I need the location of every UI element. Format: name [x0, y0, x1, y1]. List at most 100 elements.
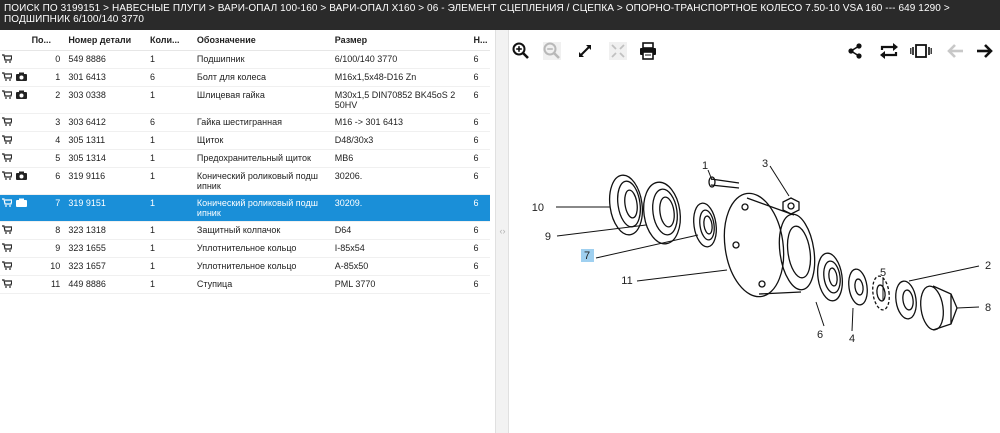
table-row[interactable]: 6 319 9116 1 Конический роликовый подш ипни… — [0, 167, 490, 195]
callout-3[interactable]: 3 — [762, 158, 768, 170]
cart-icon[interactable] — [0, 113, 15, 132]
bolt-1-shape[interactable] — [708, 176, 740, 189]
splitter-handle-icon[interactable]: ‹› — [498, 224, 507, 238]
breadcrumb[interactable]: ПОИСК ПО 3199151 > НАВЕСНЫЕ ПЛУГИ > ВАРИ… — [4, 3, 950, 25]
bearing-7-shape[interactable] — [691, 202, 719, 249]
print-icon[interactable] — [637, 40, 659, 62]
cell-desc: Предохранительный щиток — [194, 149, 333, 168]
cell-partno: 303 6412 — [66, 113, 148, 132]
callout-2[interactable]: 2 — [985, 260, 991, 272]
pane-splitter[interactable]: ‹› — [495, 30, 509, 433]
cart-icon[interactable] — [0, 221, 15, 240]
callout-5[interactable]: 5 — [880, 267, 886, 279]
cell-n: 6 — [471, 257, 490, 276]
slotted-nut-2-shape[interactable] — [893, 280, 918, 320]
callout-8[interactable]: 8 — [985, 302, 991, 314]
diagram-pane: 1 2 3 4 5 6 7 8 9 10 11 — [509, 30, 1000, 433]
table-row[interactable]: 10 323 1657 1 Уплотнительное кольцо A-85x50 6 — [0, 257, 490, 276]
fit-icon[interactable] — [607, 40, 629, 62]
nut-3-shape[interactable] — [782, 197, 800, 215]
table-row[interactable]: 3 303 6412 6 Гайка шестигранная M16 -> 301 6… — [0, 113, 490, 132]
camera-cell — [14, 221, 30, 240]
cart-icon[interactable] — [0, 68, 15, 87]
table-row[interactable]: 0 549 8886 1 Подшипник 6/100/140 3770 6 — [0, 50, 490, 69]
cart-icon[interactable] — [0, 239, 15, 258]
callout-1[interactable]: 1 — [702, 160, 708, 172]
cell-n: 6 — [471, 86, 490, 114]
header-partno[interactable]: Номер детали — [66, 30, 148, 51]
cell-partno: 319 9116 — [66, 167, 148, 195]
cell-pos: 2 — [29, 86, 67, 114]
header-n[interactable]: Н... — [471, 30, 490, 51]
cell-pos: 6 — [29, 167, 67, 195]
washer-4-shape[interactable] — [847, 268, 870, 306]
zoom-in-icon[interactable] — [510, 40, 532, 62]
cell-qty: 6 — [147, 113, 195, 132]
seal-ring-9-shape[interactable] — [640, 180, 684, 246]
callout-6[interactable]: 6 — [817, 329, 823, 341]
next-arrow-icon[interactable] — [974, 40, 996, 62]
camera-cell — [14, 113, 30, 132]
table-row[interactable]: 9 323 1655 1 Уплотнительное кольцо I-85x54 6 — [0, 239, 490, 258]
cell-pos: 4 — [29, 131, 67, 150]
cell-pos: 10 — [29, 257, 67, 276]
cap-8-shape[interactable] — [918, 285, 958, 332]
cart-icon[interactable] — [0, 167, 15, 195]
table-row[interactable]: 11 449 8886 1 Ступица PML 3770 6 — [0, 275, 490, 294]
table-row[interactable]: 5 305 1314 1 Предохранительный щиток MB6 6 — [0, 149, 490, 168]
cell-desc: Уплотнительное кольцо — [194, 239, 333, 258]
bearing-6-shape[interactable] — [815, 252, 845, 303]
table-row[interactable]: 4 305 1311 1 Щиток D48/30x3 6 — [0, 131, 490, 150]
cart-icon[interactable] — [0, 275, 15, 294]
cell-n: 6 — [471, 194, 490, 222]
parts-list-pane: По... Номер детали Коли... Обозначение Р… — [0, 30, 495, 433]
camera-cell — [14, 239, 30, 258]
cell-pos: 9 — [29, 239, 67, 258]
cell-partno: 323 1657 — [66, 257, 148, 276]
table-row[interactable]: 2 303 0338 1 Шлицевая гайка M30x1,5 DIN70852… — [0, 86, 490, 114]
cell-size: MB6 — [332, 149, 472, 168]
cell-n: 6 — [471, 149, 490, 168]
table-row[interactable]: 1 301 6413 6 Болт для колеса M16x1,5x48-D16 … — [0, 68, 490, 87]
callout-11[interactable]: 11 — [621, 275, 632, 287]
callout-7[interactable]: 7 — [584, 250, 590, 262]
share-icon[interactable] — [844, 40, 866, 62]
cell-n: 6 — [471, 275, 490, 294]
cell-qty: 1 — [147, 131, 195, 150]
cell-desc: Болт для колеса — [194, 68, 333, 87]
cart-icon[interactable] — [0, 149, 15, 168]
callout-9[interactable]: 9 — [545, 231, 551, 243]
table-header-row: По... Номер детали Коли... Обозначение Р… — [0, 30, 490, 51]
cell-size: PML 3770 — [332, 275, 472, 294]
cell-partno: 323 1318 — [66, 221, 148, 240]
lock-plate-5-shape[interactable] — [871, 275, 892, 311]
camera-cell — [14, 50, 30, 69]
header-qty[interactable]: Коли... — [147, 30, 195, 51]
camera-cell — [14, 131, 30, 150]
header-size[interactable]: Размер — [332, 30, 472, 51]
cell-qty: 1 — [147, 50, 195, 69]
cell-desc: Подшипник — [194, 50, 333, 69]
camera-icon — [14, 194, 30, 222]
cart-icon[interactable] — [0, 50, 15, 69]
refresh-icon[interactable] — [878, 40, 900, 62]
cart-icon[interactable] — [0, 86, 15, 114]
prev-arrow-icon[interactable] — [944, 40, 966, 62]
table-row[interactable]: 8 323 1318 1 Защитный колпачок D64 6 — [0, 221, 490, 240]
cart-icon[interactable] — [0, 257, 15, 276]
cell-desc: Конический роликовый подш ипник — [194, 167, 333, 195]
cart-icon[interactable] — [0, 131, 15, 150]
cell-desc: Конический роликовый подш ипник — [194, 194, 333, 222]
hub-11-shape[interactable] — [718, 189, 819, 300]
header-desc[interactable]: Обозначение — [194, 30, 333, 51]
callout-4[interactable]: 4 — [849, 333, 855, 345]
cell-size: 6/100/140 3770 — [332, 50, 472, 69]
table-row[interactable]: 7 319 9151 1 Конический роликовый подш ипни… — [0, 194, 490, 222]
header-pos[interactable]: По... — [29, 30, 67, 51]
expand-icon[interactable] — [574, 40, 596, 62]
zoom-out-icon[interactable] — [541, 40, 563, 62]
cell-n: 6 — [471, 131, 490, 150]
cart-icon[interactable] — [0, 194, 15, 222]
callout-10[interactable]: 10 — [532, 202, 544, 214]
carousel-icon[interactable] — [910, 40, 932, 62]
